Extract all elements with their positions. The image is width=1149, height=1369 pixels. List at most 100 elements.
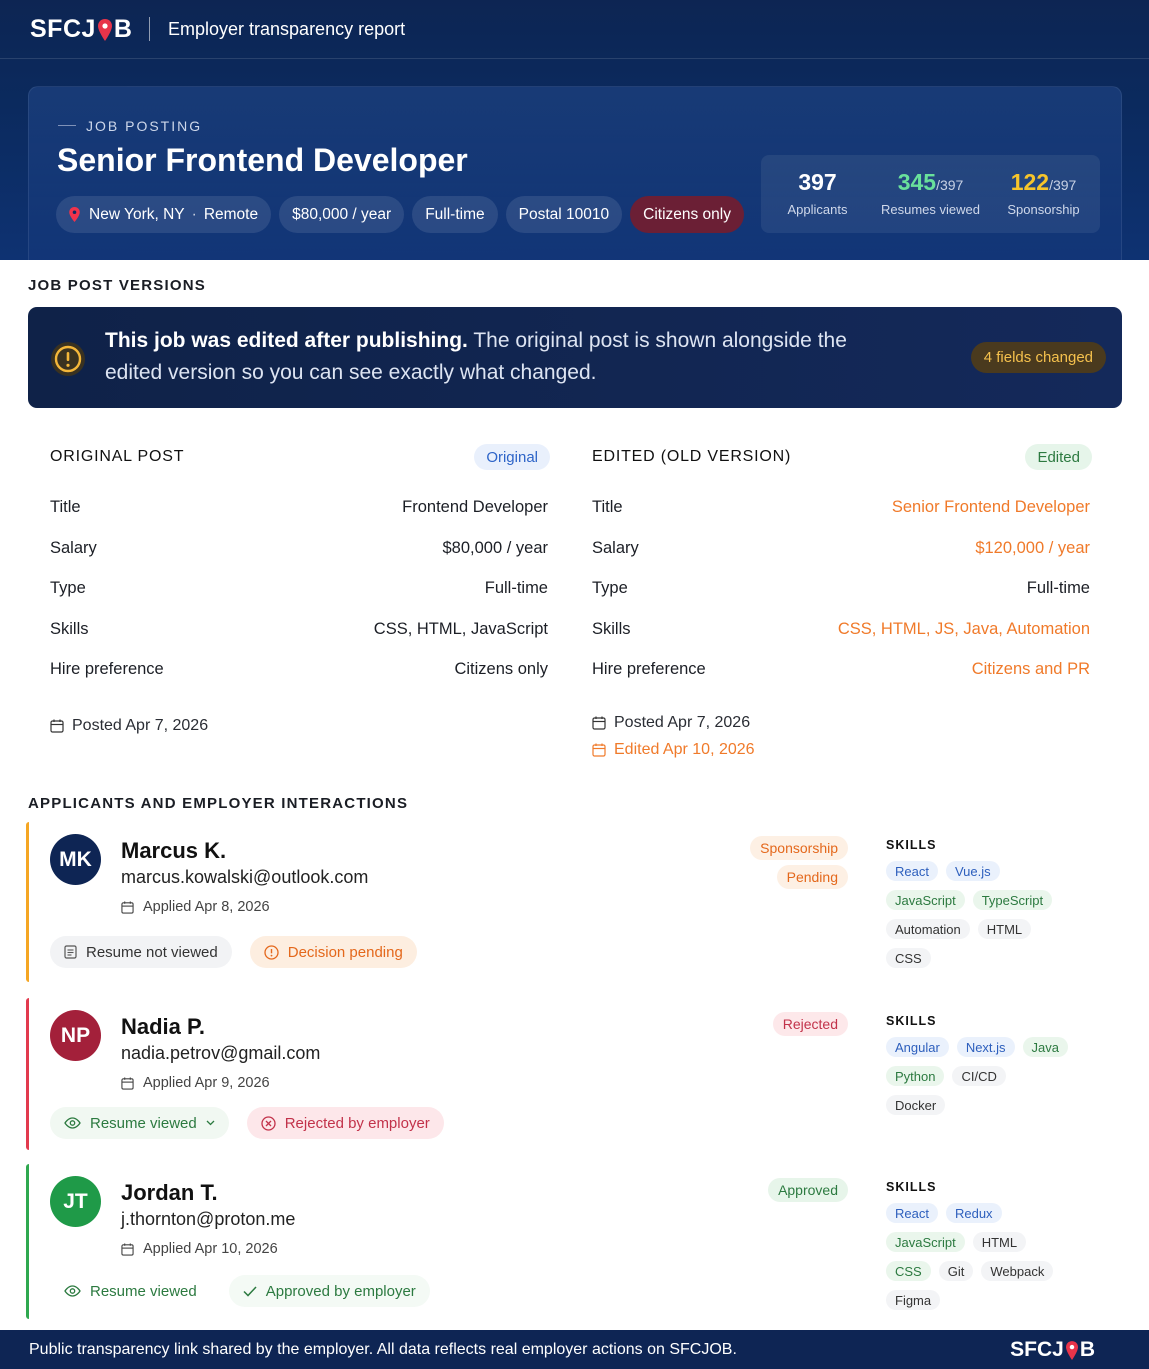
row-skills: Skills CSS, HTML, JavaScript <box>30 604 560 645</box>
skill-tag: TypeScript <box>972 890 1053 910</box>
footer-logo-left: SFCJ <box>1010 1338 1064 1361</box>
original-posted-date: Posted Apr 7, 2026 <box>50 717 208 735</box>
applicant-name: Jordan T. <box>121 1180 218 1205</box>
applied-text: Applied Apr 10, 2026 <box>143 1241 278 1257</box>
applicant-email[interactable]: nadia.petrov@gmail.com <box>121 1043 320 1064</box>
eye-icon <box>64 1117 81 1129</box>
row-key: Title <box>50 498 81 516</box>
row-key: Salary <box>592 538 639 557</box>
status-tags: Approved <box>768 1178 848 1202</box>
stat-sponsorship: 122/397 Sponsorship <box>987 155 1100 233</box>
row-key: Title <box>592 498 623 516</box>
salary-chip: $80,000 / year <box>279 196 405 233</box>
resume-status-text: Resume viewed <box>90 1114 197 1132</box>
brand-logo-left: SFCJ <box>30 15 96 43</box>
applicant-name: Nadia P. <box>121 1014 205 1039</box>
section-heading-applicants: APPLICANTS AND EMPLOYER INTERACTIONS <box>28 795 409 812</box>
original-post-column: ORIGINAL POST Original Title Frontend Dev… <box>30 430 560 734</box>
skills-heading: SKILLS <box>886 1180 937 1194</box>
rejected-tag: Rejected <box>772 1012 848 1036</box>
row-value-changed: Senior Frontend Developer <box>891 498 1090 516</box>
warning-icon <box>51 342 85 376</box>
posted-text: Posted Apr 7, 2026 <box>614 714 751 731</box>
location-pin-icon <box>69 207 80 222</box>
footer-text: Public transparency link shared by the e… <box>29 1341 737 1358</box>
calendar-icon <box>121 1242 134 1256</box>
applicant-card[interactable]: JT Jordan T. j.thornton@proton.me Applie… <box>26 1164 1122 1319</box>
row-type: Type Full-time <box>572 563 1102 604</box>
skills-heading: SKILLS <box>886 838 937 852</box>
resume-status[interactable]: Resume viewed <box>50 1107 229 1139</box>
stats-panel: 397 Applicants 345/397 Resumes viewed 12… <box>761 155 1100 233</box>
job-eyebrow: JOB POSTING <box>58 118 202 134</box>
avatar: NP <box>50 1010 101 1061</box>
banner-message: This job was edited after publishing. Th… <box>105 325 865 389</box>
skill-tag: React <box>886 1203 938 1223</box>
hire-preference-chip: Citizens only <box>630 196 744 233</box>
skill-tag: Webpack <box>981 1261 1054 1281</box>
x-circle-icon <box>261 1115 276 1131</box>
row-skills: Skills CSS, HTML, JS, Java, Automation <box>572 604 1102 645</box>
skills-list: SKILLS React Vue.js JavaScript TypeScript … <box>886 838 1106 968</box>
interaction-badges: Resume viewed Rejected by employer <box>50 1107 444 1139</box>
type-chip: Full-time <box>412 196 498 233</box>
row-title: Title Frontend Developer <box>30 482 560 523</box>
row-value: Full-time <box>484 579 548 598</box>
edited-warning-banner: This job was edited after publishing. Th… <box>28 307 1122 408</box>
job-title: Senior Frontend Developer <box>57 142 468 178</box>
row-value-changed: Citizens and PR <box>971 660 1090 679</box>
applicant-email[interactable]: j.thornton@proton.me <box>121 1209 295 1230</box>
applicant-card[interactable]: MK Marcus K. marcus.kowalski@outlook.com… <box>26 822 1122 982</box>
skill-tag: Vue.js <box>945 861 1000 881</box>
location-text: New York, NY <box>89 205 185 223</box>
row-value-changed: CSS, HTML, JS, Java, Automation <box>837 619 1090 638</box>
resumes-viewed-label: Resumes viewed <box>881 202 980 217</box>
decision-status: Approved by employer <box>228 1275 430 1307</box>
applicants-label: Applicants <box>787 202 848 217</box>
applied-date: Applied Apr 9, 2026 <box>121 1075 270 1091</box>
map-pin-icon <box>1065 1340 1078 1360</box>
map-pin-icon <box>97 18 112 41</box>
skill-tag: Figma <box>886 1290 941 1310</box>
row-value: Frontend Developer <box>402 498 548 516</box>
separator-dot: · <box>191 205 197 223</box>
decision-text: Rejected by employer <box>284 1114 430 1132</box>
edited-date: Edited Apr 10, 2026 <box>592 741 755 759</box>
skill-tag: React <box>886 861 938 881</box>
row-key: Skills <box>592 619 631 638</box>
row-salary: Salary $80,000 / year <box>30 523 560 564</box>
status-tags: Rejected <box>772 1012 848 1036</box>
skill-tag: Next.js <box>956 1037 1015 1057</box>
decision-status: Decision pending <box>249 936 417 968</box>
row-value: Citizens only <box>454 660 548 679</box>
report-title: Employer transparency report <box>168 19 406 39</box>
approved-tag: Approved <box>768 1178 848 1202</box>
row-value: Full-time <box>1026 579 1090 598</box>
applicant-card[interactable]: NP Nadia P. nadia.petrov@gmail.com Appli… <box>26 998 1122 1150</box>
footer: Public transparency link shared by the e… <box>0 1330 1149 1369</box>
posted-text: Posted Apr 7, 2026 <box>72 717 209 734</box>
skill-tag: CSS <box>886 948 931 968</box>
row-title: Title Senior Frontend Developer <box>572 482 1102 523</box>
avatar: JT <box>50 1176 101 1227</box>
footer-logo[interactable]: SFCJ B <box>1010 1338 1095 1362</box>
skill-tag: Automation <box>886 919 970 939</box>
edited-post-column: EDITED (OLD VERSION) Edited Title Senior … <box>572 430 1102 758</box>
divider <box>149 17 150 41</box>
row-value-changed: $120,000 / year <box>975 538 1090 557</box>
skill-tag: Java <box>1022 1037 1069 1057</box>
skill-tag: Redux <box>945 1203 1002 1223</box>
skill-tag: CSS <box>886 1261 931 1281</box>
row-key: Hire preference <box>50 660 164 679</box>
resume-status: Resume viewed <box>50 1275 211 1307</box>
decision-text: Decision pending <box>287 943 403 961</box>
row-value: $80,000 / year <box>442 538 549 557</box>
skill-tag: Python <box>886 1066 945 1086</box>
skill-tag: JavaScript <box>886 890 965 910</box>
brand-logo[interactable]: SFCJ B <box>30 15 132 44</box>
resume-status-text: Resume viewed <box>90 1282 197 1300</box>
brand-logo-right: B <box>113 15 133 43</box>
applicant-email[interactable]: marcus.kowalski@outlook.com <box>121 867 368 888</box>
status-bar <box>26 1164 29 1319</box>
status-bar <box>26 998 29 1150</box>
